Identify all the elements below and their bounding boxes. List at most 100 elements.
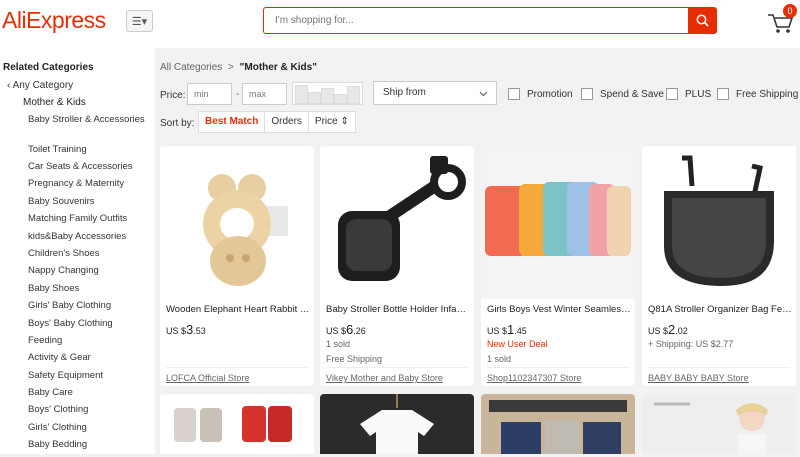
sidebar-item-activity-gear[interactable]: Activity & Gear	[28, 352, 148, 369]
price-max-input[interactable]	[242, 83, 287, 105]
promotion-checkbox[interactable]	[508, 88, 520, 100]
any-category-label: Any Category	[12, 80, 74, 91]
breadcrumb: All Categories > "Mother & Kids"	[160, 62, 317, 73]
product-card[interactable]	[481, 394, 635, 454]
sidebar-item-baby-stroller[interactable]: Baby Stroller & Accessories	[28, 114, 148, 144]
product-card[interactable]	[642, 394, 796, 454]
product-image-organizer-bag	[642, 146, 796, 299]
sidebar-item-nappy-changing[interactable]: Nappy Changing	[28, 265, 148, 282]
histogram-bar	[321, 88, 334, 104]
breadcrumb-current: "Mother & Kids"	[239, 62, 317, 73]
product-card[interactable]	[160, 394, 314, 454]
category-sidebar: Related Categories ‹ Any Category Mother…	[0, 48, 155, 454]
card-divider	[487, 367, 629, 368]
any-category-link[interactable]: ‹ Any Category	[7, 80, 73, 91]
product-title[interactable]: Q81A Stroller Organizer Bag Feedi...	[648, 304, 792, 315]
product-card[interactable]: Q81A Stroller Organizer Bag Feedi... US …	[642, 146, 796, 386]
card-divider	[648, 367, 790, 368]
aliexpress-logo[interactable]: AliExpress	[2, 7, 106, 34]
store-link[interactable]: LOFCA Official Store	[166, 373, 249, 383]
product-image-baby-socks	[160, 394, 314, 454]
product-card[interactable]	[320, 394, 474, 454]
shipping-info: Free Shipping	[326, 354, 383, 364]
sort-best-match[interactable]: Best Match	[199, 112, 266, 132]
search-icon	[696, 14, 709, 27]
sidebar-item-baby-souvenirs[interactable]: Baby Souvenirs	[28, 196, 148, 213]
product-image-girl-outfit	[642, 394, 796, 454]
promotion-filter[interactable]: Promotion	[508, 88, 573, 100]
sort-orders[interactable]: Orders	[265, 112, 309, 132]
product-title[interactable]: Girls Boys Vest Winter Seamless V...	[487, 304, 631, 315]
current-category: Mother & Kids	[23, 97, 86, 108]
store-link[interactable]: Shop1102347307 Store	[487, 373, 581, 383]
product-card[interactable]: Wooden Elephant Heart Rabbit Ho... US $3…	[160, 146, 314, 386]
sidebar-item-boys-clothing[interactable]: Boys' Clothing	[28, 404, 148, 421]
product-card[interactable]: Girls Boys Vest Winter Seamless V... US …	[481, 146, 635, 386]
product-price: US $1.45	[487, 322, 527, 337]
sidebar-item-kids-accessories[interactable]: kids&Baby Accessories	[28, 231, 148, 248]
spend-save-checkbox[interactable]	[581, 88, 593, 100]
sold-count: 1 sold	[326, 339, 351, 349]
histogram-bar	[347, 86, 360, 104]
shipping-cost: + Shipping: US $2.77	[648, 339, 734, 349]
sidebar-item-boys-baby-clothing[interactable]: Boys' Baby Clothing	[28, 318, 148, 335]
product-image-kids-clothing-set	[481, 394, 635, 454]
free-shipping-filter[interactable]: Free Shipping	[717, 88, 798, 100]
store-link[interactable]: BABY BABY BABY Store	[648, 373, 749, 383]
sidebar-title: Related Categories	[3, 62, 94, 73]
sold-count: 1 sold	[487, 354, 512, 364]
product-image-kids-vests	[481, 146, 635, 299]
price-min-input[interactable]	[187, 83, 232, 105]
sidebar-item-safety-equipment[interactable]: Safety Equipment	[28, 370, 148, 387]
product-title[interactable]: Wooden Elephant Heart Rabbit Ho...	[166, 304, 310, 315]
search-input[interactable]	[264, 8, 688, 33]
category-menu-button[interactable]: ☰▾	[126, 10, 153, 32]
sidebar-item-baby-shoes[interactable]: Baby Shoes	[28, 283, 148, 300]
product-price: US $3.53	[166, 322, 206, 337]
sidebar-item-toilet-training[interactable]: Toilet Training	[28, 144, 148, 161]
sidebar-item-girls-clothing[interactable]: Girls' Clothing	[28, 422, 148, 439]
spend-save-label: Spend & Save	[600, 88, 664, 100]
price-histogram[interactable]	[292, 82, 363, 105]
sort-arrows-icon: ⇕	[340, 116, 349, 127]
product-card[interactable]: Baby Stroller Bottle Holder Infant ... U…	[320, 146, 474, 386]
product-image-bottle-holder	[320, 146, 474, 299]
ship-from-select[interactable]: Ship from	[373, 81, 497, 105]
sort-options: Best Match Orders Price ⇕	[198, 111, 356, 133]
sort-price[interactable]: Price ⇕	[309, 112, 355, 132]
chevron-left-icon: ‹	[7, 80, 11, 91]
histogram-bar	[295, 85, 308, 104]
cart-button[interactable]: 0	[766, 4, 797, 36]
product-title[interactable]: Baby Stroller Bottle Holder Infant ...	[326, 304, 470, 315]
card-divider	[326, 367, 468, 368]
histogram-bar	[308, 92, 321, 104]
store-link[interactable]: Vikey Mother and Baby Store	[326, 373, 443, 383]
spend-save-filter[interactable]: Spend & Save	[581, 88, 664, 100]
free-shipping-checkbox[interactable]	[717, 88, 729, 100]
plus-checkbox[interactable]	[666, 88, 678, 100]
histogram-bar	[334, 94, 347, 104]
top-header: AliExpress ☰▾ 0	[0, 0, 800, 48]
category-list: Baby Stroller & Accessories Toilet Train…	[28, 114, 148, 457]
breadcrumb-separator: >	[228, 62, 234, 73]
search-button[interactable]	[688, 8, 716, 33]
free-shipping-label: Free Shipping	[736, 88, 799, 100]
sidebar-item-car-seats[interactable]: Car Seats & Accessories	[28, 161, 148, 178]
product-price: US $2.02	[648, 322, 688, 337]
sidebar-item-matching-outfits[interactable]: Matching Family Outfits	[28, 213, 148, 230]
product-price: US $6.26	[326, 322, 366, 337]
sidebar-item-girls-baby-clothing[interactable]: Girls' Baby Clothing	[28, 300, 148, 317]
plus-filter[interactable]: PLUS	[666, 88, 711, 100]
sidebar-item-feeding[interactable]: Feeding	[28, 335, 148, 352]
breadcrumb-root[interactable]: All Categories	[160, 62, 222, 73]
price-label: Price:	[160, 90, 186, 101]
sidebar-item-pregnancy[interactable]: Pregnancy & Maternity	[28, 178, 148, 195]
hamburger-dropdown-icon: ☰▾	[131, 15, 148, 28]
plus-label: PLUS	[685, 88, 712, 100]
promotion-label: Promotion	[527, 88, 573, 100]
sort-by-label: Sort by:	[160, 118, 195, 129]
sidebar-item-baby-bedding[interactable]: Baby Bedding	[28, 439, 148, 456]
sidebar-item-childrens-shoes[interactable]: Children's Shoes	[28, 248, 148, 265]
sidebar-item-baby-care[interactable]: Baby Care	[28, 387, 148, 404]
chevron-down-icon	[479, 84, 488, 106]
